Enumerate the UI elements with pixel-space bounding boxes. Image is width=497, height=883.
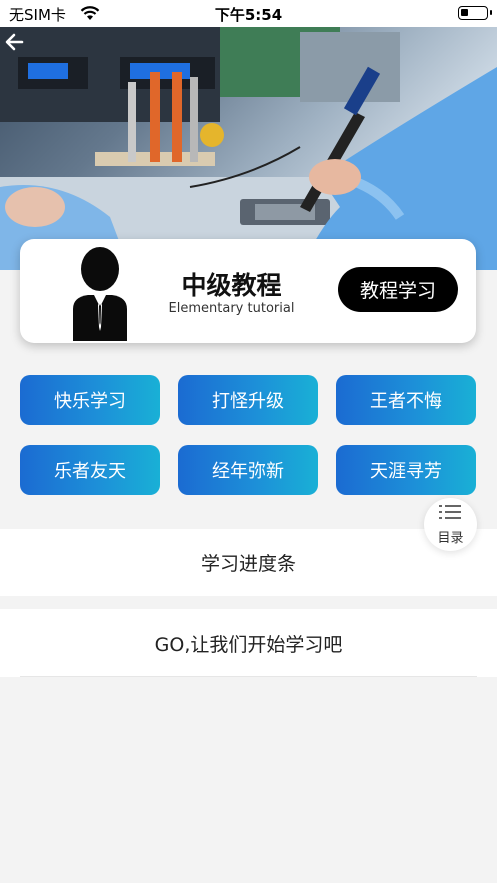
grid-button-timeless[interactable]: 经年弥新 [178,445,318,495]
start-learning-label: GO,让我们开始学习吧 [154,633,343,656]
grid-button-friends[interactable]: 乐者友天 [20,445,160,495]
hero-banner-image [0,27,497,270]
grid-button-no-regrets[interactable]: 王者不悔 [336,375,476,425]
grid-button-wander[interactable]: 天涯寻芳 [336,445,476,495]
progress-section-label: 学习进度条 [200,553,296,575]
status-bar: 无SIM卡 下午5:54 [0,0,497,27]
list-icon [439,505,461,519]
course-title: 中级教程 [181,271,282,300]
course-card: 中级教程 Elementary tutorial 教程学习 [20,239,476,343]
progress-section[interactable]: 学习进度条 [0,529,497,596]
clock-time: 下午5:54 [214,6,283,24]
grid-button-level-up[interactable]: 打怪升级 [178,375,318,425]
businessman-avatar-icon [73,247,127,341]
start-learning-section[interactable]: GO,让我们开始学习吧 [0,609,497,677]
section-underline [20,676,477,677]
section-divider [0,515,497,529]
tutorial-study-button[interactable]: 教程学习 [338,267,458,312]
course-subtitle: Elementary tutorial [168,301,295,316]
electronics-repair-illustration [0,27,497,270]
back-arrow-icon[interactable] [0,27,30,57]
grid-button-happy-learning[interactable]: 快乐学习 [20,375,160,425]
battery-icon [458,6,492,20]
toc-button[interactable]: 目录 [424,498,477,551]
toc-label: 目录 [437,531,464,546]
